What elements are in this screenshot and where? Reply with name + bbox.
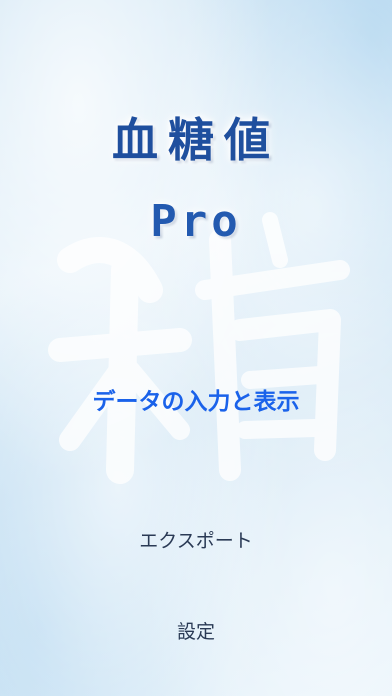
export-button[interactable]: エクスポート [0, 526, 392, 553]
data-entry-button[interactable]: データの入力と表示 [0, 382, 392, 416]
app-subtitle: Pro [150, 196, 242, 247]
app-title: 血糖値 [112, 113, 280, 167]
settings-button[interactable]: 設定 [0, 617, 392, 644]
